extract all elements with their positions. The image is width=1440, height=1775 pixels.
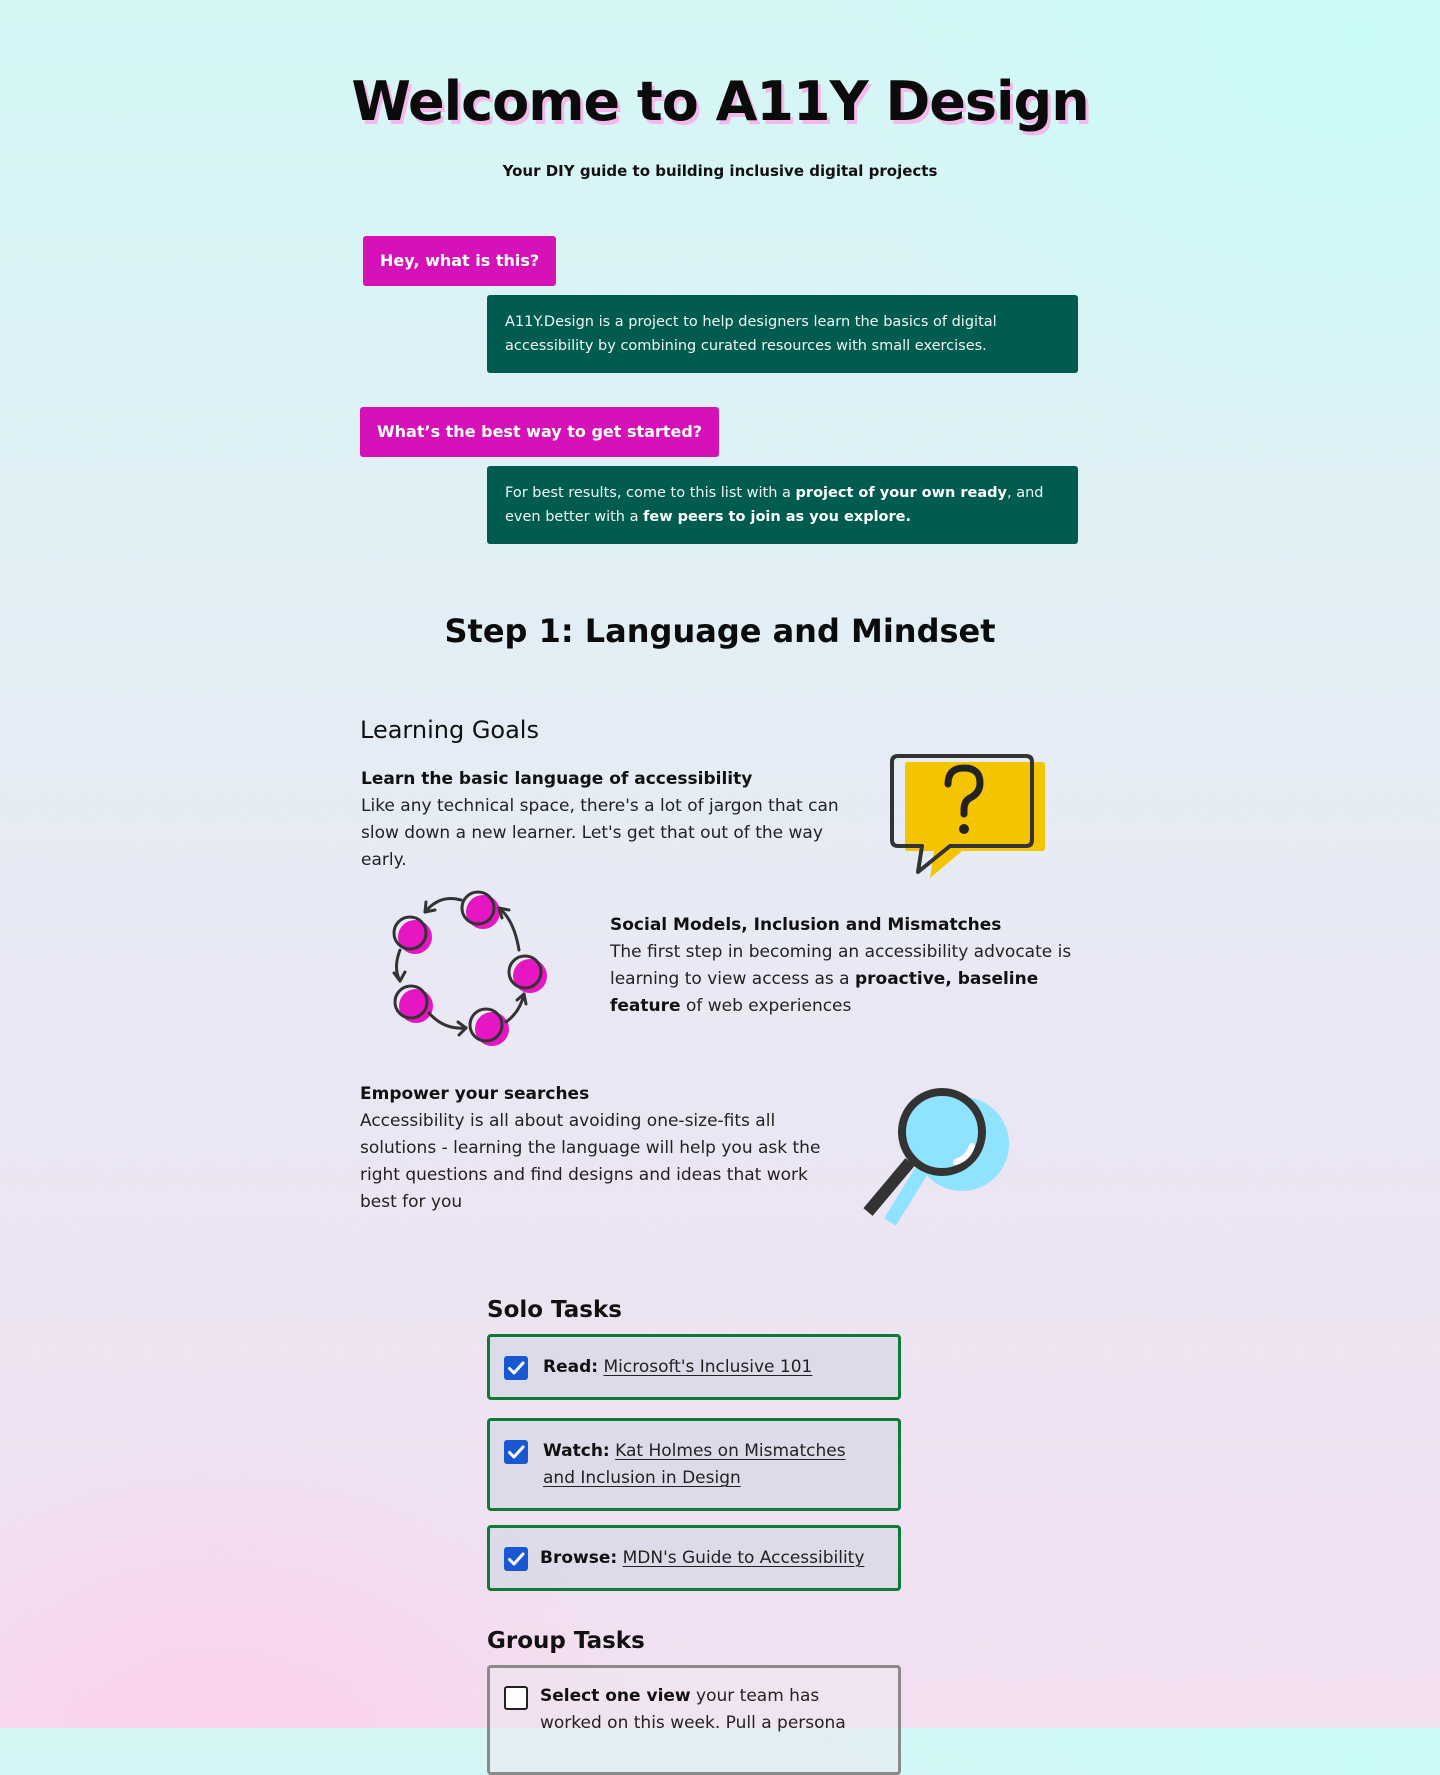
task-emphasis: Select one view (540, 1686, 691, 1706)
step-title: Step 1: Language and Mindset (444, 612, 996, 650)
task-checkbox[interactable] (504, 1440, 528, 1464)
faq-question-what-is-this[interactable]: Hey, what is this? (363, 236, 557, 286)
learning-goals-heading: Learning Goals (360, 716, 539, 744)
page-subtitle: Your DIY guide to building inclusive dig… (502, 162, 938, 180)
task-verb: Browse: (540, 1548, 618, 1568)
faq-answer-what-is-this: A11Y.Design is a project to help designe… (487, 295, 1078, 373)
goal-title: Learn the basic language of accessibilit… (361, 769, 753, 789)
answer-text: For best results, come to this list with… (505, 485, 796, 501)
solo-task-watch: Watch: Kat Holmes on Mismatches and Incl… (487, 1418, 901, 1511)
goal-text: of web experiences (680, 996, 852, 1016)
goal-title: Social Models, Inclusion and Mismatches (610, 915, 1002, 935)
task-verb: Read: (543, 1357, 599, 1377)
task-text: Browse: MDN's Guide to Accessibility (540, 1545, 895, 1572)
faq-question-get-started[interactable]: What’s the best way to get started? (360, 407, 720, 457)
solo-tasks-heading: Solo Tasks (487, 1297, 622, 1323)
task-checkbox[interactable] (504, 1356, 528, 1380)
faq-answer-get-started: For best results, come to this list with… (487, 466, 1078, 544)
goal-basic-language: Learn the basic language of accessibilit… (361, 766, 849, 874)
answer-emphasis: few peers to join as you explore. (643, 509, 911, 525)
task-link-inclusive-101[interactable]: Microsoft's Inclusive 101 (603, 1357, 812, 1377)
checkmark-icon (508, 1445, 525, 1459)
goal-social-models: Social Models, Inclusion and Mismatches … (610, 912, 1080, 1020)
page-title: Welcome to A11Y Design (351, 70, 1089, 133)
group-tasks-heading: Group Tasks (487, 1628, 645, 1654)
goal-empower-searches: Empower your searches Accessibility is a… (360, 1081, 846, 1216)
goal-text: Accessibility is all about avoiding one-… (360, 1111, 821, 1212)
goal-title: Empower your searches (360, 1084, 590, 1104)
task-text: Read: Microsoft's Inclusive 101 (543, 1354, 873, 1381)
task-checkbox[interactable] (504, 1547, 528, 1571)
task-verb: Watch: (543, 1441, 610, 1461)
checkmark-icon (508, 1552, 525, 1566)
solo-task-browse: Browse: MDN's Guide to Accessibility (487, 1525, 901, 1591)
task-text: Select one view your team has worked on … (540, 1683, 860, 1737)
checkmark-icon (508, 1361, 525, 1375)
task-text: Watch: Kat Holmes on Mismatches and Incl… (543, 1438, 863, 1492)
cycle-dots-icon (392, 890, 547, 1046)
magnifying-glass-icon (863, 1088, 1009, 1226)
group-task-select-view: Select one view your team has worked on … (487, 1665, 901, 1775)
question-speech-bubble-icon (890, 754, 1045, 878)
goal-text: Like any technical space, there's a lot … (361, 796, 839, 870)
task-checkbox[interactable] (504, 1686, 528, 1710)
task-link-mdn-guide[interactable]: MDN's Guide to Accessibility (623, 1548, 865, 1568)
answer-emphasis: project of your own ready (795, 485, 1008, 501)
solo-task-read: Read: Microsoft's Inclusive 101 (487, 1334, 901, 1400)
